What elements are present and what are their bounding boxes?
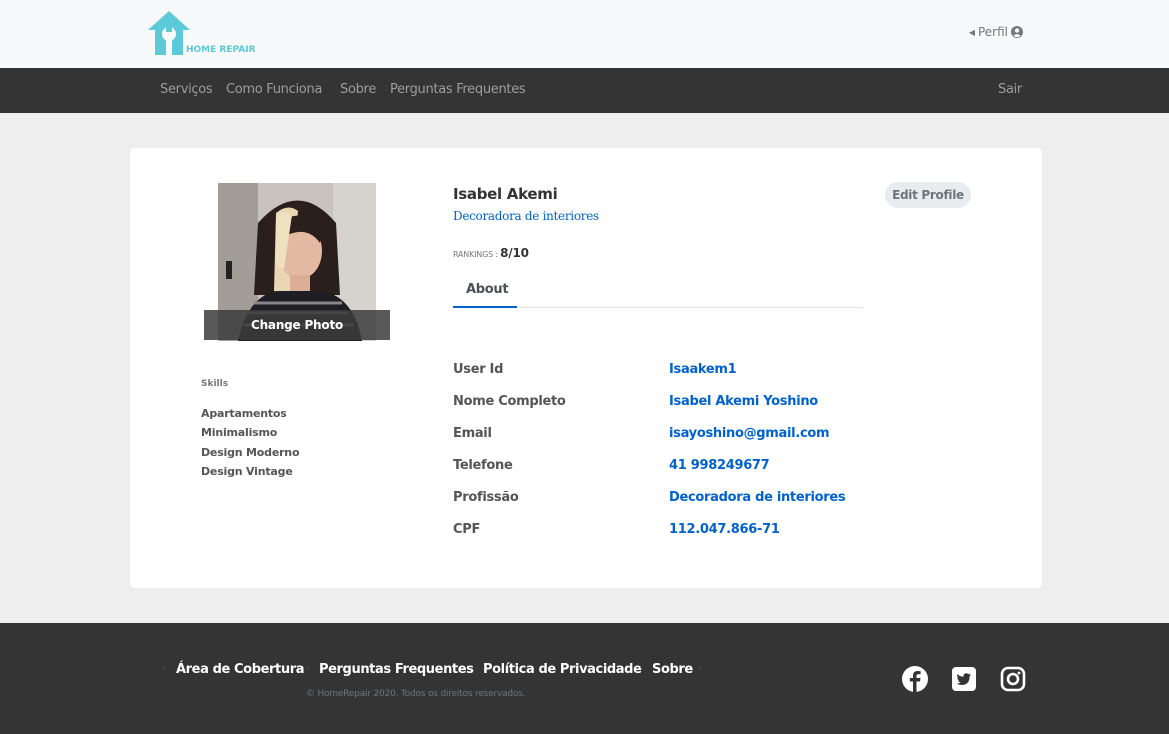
field-label-full-name: Nome Completo xyxy=(453,394,566,409)
skill-item: Design Moderno xyxy=(201,446,300,459)
field-value-full-name: Isabel Akemi Yoshino xyxy=(669,394,818,409)
profile-name: Isabel Akemi xyxy=(453,185,558,203)
house-logo-icon xyxy=(148,11,190,55)
footer-link-perguntas[interactable]: Perguntas Frequentes xyxy=(319,662,474,677)
nav-servicos[interactable]: Serviços xyxy=(160,82,213,97)
profile-tabs: About xyxy=(453,276,863,308)
footer-link-area-cobertura[interactable]: Área de Cobertura xyxy=(176,662,305,677)
field-label-cpf: CPF xyxy=(453,522,481,537)
logout-link[interactable]: Sair xyxy=(998,82,1022,97)
field-value-profession: Decoradora de interiores xyxy=(669,490,846,505)
separator-dot: · xyxy=(469,664,472,674)
tab-about[interactable]: About xyxy=(453,276,517,308)
profile-profession: Decoradora de interiores xyxy=(453,209,599,223)
field-label-user-id: User Id xyxy=(453,362,504,377)
copyright: © HomeRepair 2020. Todos os direitos res… xyxy=(306,689,526,699)
field-value-user-id: Isaakem1 xyxy=(669,362,737,377)
field-label-profession: Profissão xyxy=(453,490,519,505)
main-nav: Serviços Como Funciona Sobre Perguntas F… xyxy=(0,68,1169,113)
footer-link-privacidade[interactable]: Política de Privacidade xyxy=(483,662,642,677)
facebook-icon[interactable] xyxy=(902,666,928,692)
profile-menu[interactable]: ◀ Perfil xyxy=(969,25,1023,39)
top-bar: HOME REPAIR ◀ Perfil xyxy=(0,0,1169,68)
separator-dot: · xyxy=(162,664,165,674)
logo[interactable]: HOME REPAIR xyxy=(147,10,259,56)
skill-item: Minimalismo xyxy=(201,426,278,439)
footer-link-sobre[interactable]: Sobre xyxy=(652,662,693,677)
separator-dot: · xyxy=(639,664,642,674)
skill-item: Apartamentos xyxy=(201,407,287,420)
user-circle-icon xyxy=(1011,26,1023,38)
caret-left-icon: ◀ xyxy=(968,27,975,37)
profile-menu-label: Perfil xyxy=(977,25,1008,39)
nav-como-funciona[interactable]: Como Funciona xyxy=(226,82,322,97)
edit-profile-button[interactable]: Edit Profile xyxy=(885,182,971,208)
footer: · Área de Cobertura · Perguntas Frequent… xyxy=(0,623,1169,734)
nav-perguntas-frequentes[interactable]: Perguntas Frequentes xyxy=(390,82,526,97)
field-value-cpf: 112.047.866-71 xyxy=(669,522,780,537)
change-photo-button[interactable]: Change Photo xyxy=(204,310,390,340)
separator-dot: · xyxy=(306,664,309,674)
rankings: RANKINGS : 8/10 xyxy=(453,246,529,260)
field-value-email: isayoshino@gmail.com xyxy=(669,426,830,441)
skill-item: Design Vintage xyxy=(201,465,293,478)
field-label-phone: Telefone xyxy=(453,458,513,473)
field-label-email: Email xyxy=(453,426,492,441)
field-value-phone: 41 998249677 xyxy=(669,458,770,473)
logo-text: HOME REPAIR xyxy=(186,45,256,55)
rankings-label: RANKINGS : xyxy=(453,250,498,259)
instagram-icon[interactable] xyxy=(1000,666,1026,692)
rankings-value: 8/10 xyxy=(500,246,529,260)
nav-sobre[interactable]: Sobre xyxy=(340,82,376,97)
separator-dot: · xyxy=(698,664,701,674)
skills-title: Skills xyxy=(201,379,229,389)
twitter-icon[interactable] xyxy=(951,666,977,692)
